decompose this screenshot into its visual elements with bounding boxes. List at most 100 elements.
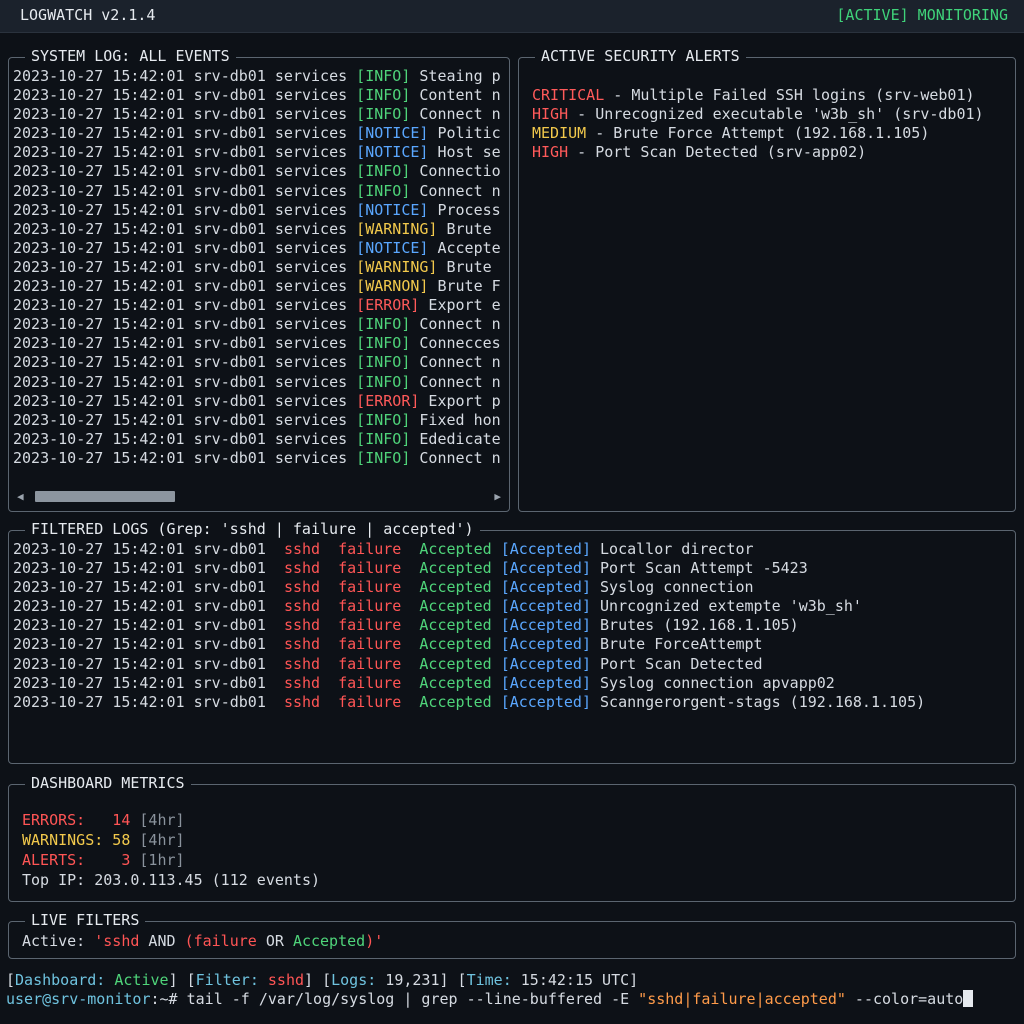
warnings-metric: WARNINGS: 58 [4hr]: [22, 831, 185, 849]
log-line: 2023-10-27 15:42:01 srv-db01 services [I…: [13, 86, 505, 105]
filtered-log-line: 2023-10-27 15:42:01 srv-db01 sshd failur…: [13, 674, 925, 693]
accepted-tag: [Accepted]: [500, 540, 591, 558]
log-prefix: 2023-10-27 15:42:01 srv-db01 services: [13, 277, 357, 296]
log-prefix: 2023-10-27 15:42:01 srv-db01 services: [13, 86, 357, 105]
accepted-token: Accepted: [419, 635, 492, 654]
scroll-right-icon[interactable]: ▶: [494, 487, 501, 506]
log-line: 2023-10-27 15:42:01 srv-db01 services [I…: [13, 67, 505, 86]
system-log-lines: 2023-10-27 15:42:01 srv-db01 services [I…: [13, 67, 505, 477]
accepted-tag: [Accepted]: [500, 635, 591, 654]
log-prefix: 2023-10-27 15:42:01 srv-db01 services: [13, 410, 357, 429]
log-level: [INFO]: [356, 181, 411, 200]
log-line: 2023-10-27 15:42:01 srv-db01 services [E…: [13, 296, 505, 315]
log-prefix: 2023-10-27 15:42:01 srv-db01 services: [13, 372, 357, 391]
log-message: Export p: [419, 391, 501, 410]
monitoring-status: [ACTIVE] MONITORING: [836, 6, 1008, 24]
filtered-logs-title: FILTERED LOGS (Grep: 'sshd | failure | a…: [25, 520, 480, 539]
live-filters-title: LIVE FILTERS: [25, 911, 146, 930]
log-line: 2023-10-27 15:42:01 srv-db01 services [W…: [13, 277, 505, 296]
log-level: [WARNING]: [356, 219, 438, 238]
log-prefix: 2023-10-27 15:42:01 srv-db01: [13, 692, 284, 711]
log-message: Syslog connection: [600, 578, 754, 597]
log-line: 2023-10-27 15:42:01 srv-db01 services [W…: [13, 220, 505, 239]
accepted-tag: [Accepted]: [500, 559, 591, 578]
alert-item: HIGH - Unrecognized executable 'w3b_sh' …: [532, 105, 984, 124]
log-level: [INFO]: [356, 353, 411, 372]
failure-token: failure: [338, 654, 402, 673]
log-prefix: 2023-10-27 15:42:01 srv-db01: [13, 635, 284, 654]
active-filter-expression[interactable]: Active: 'sshd AND (failure OR Accepted)': [22, 932, 383, 951]
sshd-token: sshd: [283, 559, 321, 578]
log-line: 2023-10-27 15:42:01 srv-db01 services [I…: [13, 353, 505, 372]
text-cursor: [963, 990, 974, 1007]
accepted-token: Accepted: [419, 540, 492, 558]
log-line: 2023-10-27 15:42:01 srv-db01 services [E…: [13, 392, 505, 411]
sshd-token: sshd: [283, 692, 321, 711]
log-level: [ERROR]: [356, 296, 420, 315]
app-title: LOGWATCH v2.1.4: [20, 6, 156, 24]
log-level: [NOTICE]: [356, 143, 429, 162]
log-message: Ededicate: [410, 429, 501, 448]
accepted-token: Accepted: [419, 597, 492, 616]
log-prefix: 2023-10-27 15:42:01 srv-db01 services: [13, 334, 357, 353]
sshd-token: sshd: [283, 673, 321, 692]
log-message: Politic: [428, 124, 501, 143]
log-prefix: 2023-10-27 15:42:01 srv-db01 services: [13, 200, 357, 219]
alert-severity: MEDIUM: [532, 124, 587, 143]
log-prefix: 2023-10-27 15:42:01 srv-db01 services: [13, 162, 357, 181]
failure-token: failure: [338, 597, 402, 616]
log-message: Port Scan Attempt -5423: [600, 559, 808, 578]
shell-prompt[interactable]: user@srv-monitor:~# tail -f /var/log/sys…: [6, 990, 974, 1009]
failure-token: failure: [338, 635, 402, 654]
sshd-token: sshd: [283, 654, 321, 673]
log-message: Brutes (192.168.1.105): [600, 616, 799, 635]
log-level: [INFO]: [356, 448, 411, 467]
scroll-left-icon[interactable]: ◀: [17, 487, 24, 506]
log-message: Brute ForceAttempt: [600, 635, 763, 654]
accepted-token: Accepted: [419, 616, 492, 635]
live-filters-panel: LIVE FILTERS Active: 'sshd AND (failure …: [8, 911, 1016, 959]
sshd-token: sshd: [283, 616, 321, 635]
system-log-title: SYSTEM LOG: ALL EVENTS: [25, 47, 236, 66]
log-level: [NOTICE]: [356, 200, 429, 219]
log-line: 2023-10-27 15:42:01 srv-db01 services [I…: [13, 105, 505, 124]
filtered-logs-panel: FILTERED LOGS (Grep: 'sshd | failure | a…: [8, 520, 1016, 764]
log-message: Unrcognized extempte 'w3b_sh': [600, 597, 862, 616]
log-line: 2023-10-27 15:42:01 srv-db01 services [I…: [13, 182, 505, 201]
accepted-token: Accepted: [419, 673, 492, 692]
scroll-thumb[interactable]: [35, 491, 175, 502]
log-prefix: 2023-10-27 15:42:01 srv-db01: [13, 654, 284, 673]
accepted-token: Accepted: [419, 692, 492, 711]
log-message: Process: [428, 200, 501, 219]
log-message: Syslog connection apvapp02: [600, 673, 835, 692]
log-prefix: 2023-10-27 15:42:01 srv-db01 services: [13, 315, 357, 334]
failure-token: failure: [338, 540, 402, 558]
horizontal-scrollbar[interactable]: ◀ ▶: [17, 489, 501, 503]
log-line: 2023-10-27 15:42:01 srv-db01 services [I…: [13, 411, 505, 430]
log-line: 2023-10-27 15:42:01 srv-db01 services [I…: [13, 449, 505, 468]
log-level: [WARNING]: [356, 257, 438, 276]
log-message: Connect n: [410, 315, 501, 334]
log-line: 2023-10-27 15:42:01 srv-db01 services [W…: [13, 258, 505, 277]
log-line: 2023-10-27 15:42:01 srv-db01 services [N…: [13, 143, 505, 162]
log-line: 2023-10-27 15:42:01 srv-db01 services [I…: [13, 334, 505, 353]
failure-token: failure: [338, 673, 402, 692]
system-log-panel: SYSTEM LOG: ALL EVENTS 2023-10-27 15:42:…: [8, 47, 510, 512]
log-level: [INFO]: [356, 86, 411, 105]
alert-item: CRITICAL - Multiple Failed SSH logins (s…: [532, 86, 984, 105]
alert-text: - Multiple Failed SSH logins (srv-web01): [604, 86, 975, 104]
alerts-metric: ALERTS: 3 [1hr]: [22, 851, 185, 869]
accepted-tag: [Accepted]: [500, 597, 591, 616]
alert-text: - Brute Force Attempt (192.168.1.105): [586, 124, 930, 143]
alert-text: - Port Scan Detected (srv-app02): [568, 143, 867, 162]
log-line: 2023-10-27 15:42:01 srv-db01 services [N…: [13, 124, 505, 143]
accepted-tag: [Accepted]: [500, 654, 591, 673]
log-level: [INFO]: [356, 372, 411, 391]
log-message: Port Scan Detected: [600, 654, 763, 673]
alert-severity: HIGH: [532, 143, 569, 162]
log-level: [INFO]: [356, 67, 411, 85]
log-message: Brute: [437, 257, 492, 276]
log-message: Brute F: [428, 277, 501, 296]
log-message: Connect n: [410, 181, 501, 200]
log-message: Content n: [410, 86, 501, 105]
